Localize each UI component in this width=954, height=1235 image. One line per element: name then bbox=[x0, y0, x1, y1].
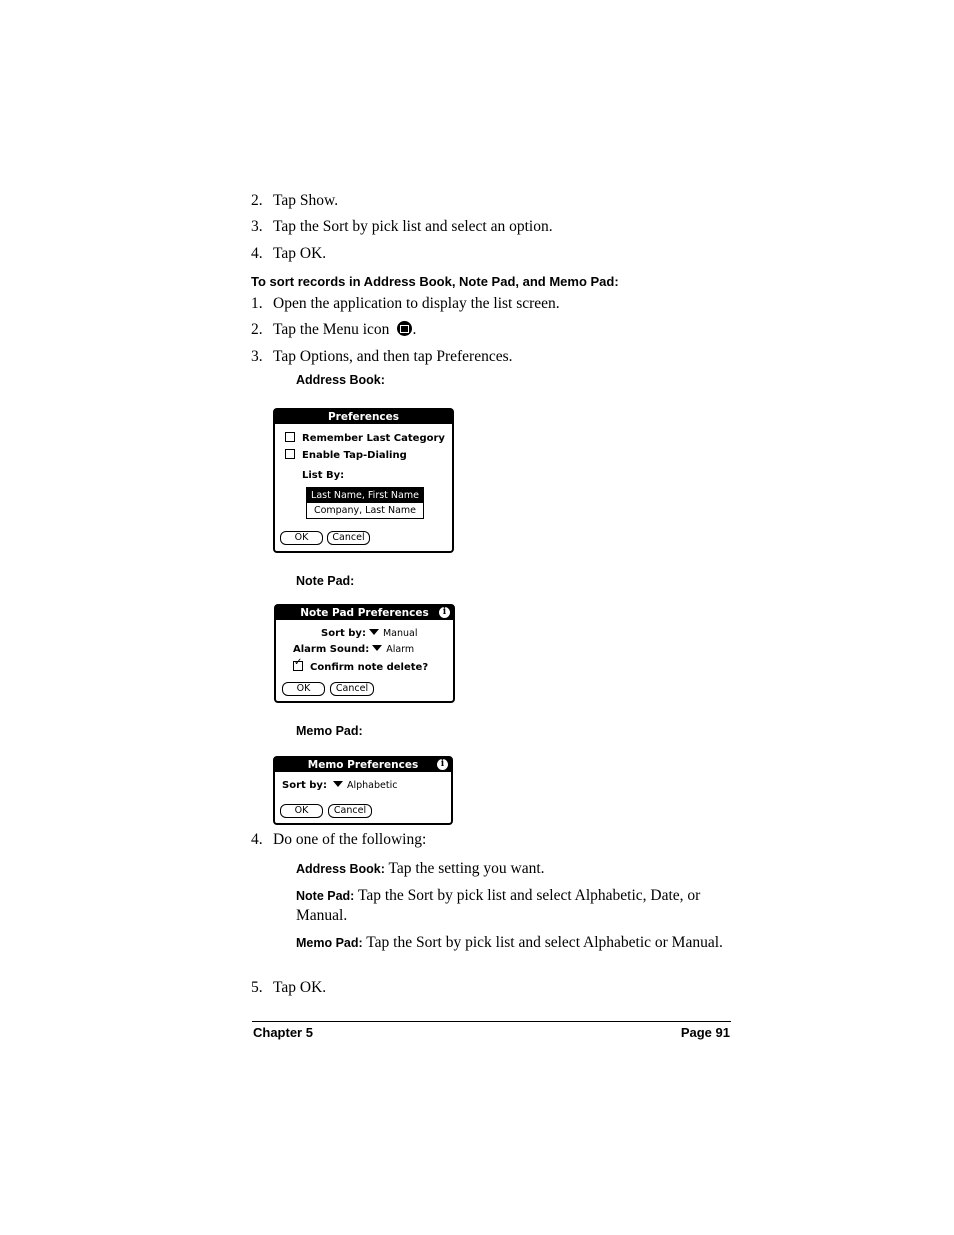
step-number: 3. bbox=[251, 348, 263, 365]
list-by-listbox: Last Name, First Name Company, Last Name bbox=[306, 487, 424, 519]
ok-button[interactable]: OK bbox=[280, 804, 323, 818]
instruction-label: Memo Pad: bbox=[296, 936, 363, 950]
step-number: 2. bbox=[251, 192, 263, 209]
alarm-sound-row: Alarm Sound: Alarm bbox=[293, 644, 414, 655]
step-text: Tap OK. bbox=[273, 979, 327, 996]
remember-last-category-option[interactable]: Remember Last Category bbox=[285, 432, 445, 444]
step-2-show: 2. Tap Show. bbox=[251, 192, 338, 210]
address-book-label: Address Book: bbox=[296, 373, 385, 387]
cancel-button[interactable]: Cancel bbox=[330, 682, 374, 696]
step-4-ok: 4. Tap OK. bbox=[251, 245, 326, 263]
dropdown-arrow-icon[interactable] bbox=[372, 645, 383, 651]
address-preferences-dialog: Preferences Remember Last Category Enabl… bbox=[273, 408, 454, 553]
step-suffix: . bbox=[412, 321, 417, 338]
menu-icon bbox=[397, 321, 413, 336]
checkbox[interactable] bbox=[285, 432, 295, 442]
step-number: 2. bbox=[251, 321, 263, 338]
step-text: Tap OK. bbox=[273, 245, 327, 262]
instruction-label: Address Book: bbox=[296, 862, 385, 876]
step-number: 4. bbox=[251, 831, 263, 848]
ok-button[interactable]: OK bbox=[280, 531, 323, 545]
cancel-button[interactable]: Cancel bbox=[327, 531, 370, 545]
list-option-last-first[interactable]: Last Name, First Name bbox=[307, 488, 423, 503]
step-text: Tap the Sort by pick list and select an … bbox=[273, 218, 553, 235]
step-2-menu: 2. Tap the Menu icon. bbox=[251, 321, 416, 339]
step-4-do-one: 4. Do one of the following: bbox=[251, 831, 426, 849]
step-number: 5. bbox=[251, 979, 263, 996]
step-3-sort: 3. Tap the Sort by pick list and select a… bbox=[251, 218, 553, 236]
step-number: 1. bbox=[251, 295, 263, 312]
instruction-address-book: Address Book: Tap the setting you want. bbox=[296, 859, 736, 879]
sort-by-row: Sort by: Manual bbox=[321, 628, 417, 639]
step-text: Tap the Menu icon bbox=[273, 321, 390, 338]
list-option-company-last[interactable]: Company, Last Name bbox=[307, 503, 423, 518]
info-icon[interactable]: i bbox=[439, 607, 450, 618]
dialog-title-text: Memo Preferences bbox=[307, 759, 419, 771]
sort-by-value[interactable]: Alphabetic bbox=[347, 780, 397, 791]
dialog-title: Preferences bbox=[275, 410, 452, 424]
cancel-button[interactable]: Cancel bbox=[328, 804, 372, 818]
checkbox[interactable] bbox=[285, 449, 295, 459]
info-icon[interactable]: i bbox=[437, 759, 448, 770]
footer-page: Page 91 bbox=[680, 1025, 730, 1040]
instruction-text: Tap the Sort by pick list and select Alp… bbox=[296, 887, 701, 924]
checkbox-label: Remember Last Category bbox=[302, 433, 445, 444]
step-3-options: 3. Tap Options, and then tap Preferences. bbox=[251, 348, 513, 366]
footer-chapter: Chapter 5 bbox=[253, 1025, 313, 1040]
alarm-sound-value[interactable]: Alarm bbox=[386, 644, 414, 655]
ok-button[interactable]: OK bbox=[282, 682, 325, 696]
checkbox-label: Enable Tap-Dialing bbox=[302, 450, 407, 461]
step-text: Open the application to display the list… bbox=[273, 295, 560, 312]
dialog-title: Note Pad Preferences i bbox=[276, 606, 453, 620]
section-heading: To sort records in Address Book, Note Pa… bbox=[251, 274, 619, 289]
dialog-title-text: Note Pad Preferences bbox=[300, 607, 429, 619]
step-text: Tap Show. bbox=[273, 192, 339, 209]
step-text: Tap Options, and then tap Preferences. bbox=[273, 348, 513, 365]
checkbox-label: Confirm note delete? bbox=[310, 662, 429, 673]
step-5-ok: 5. Tap OK. bbox=[251, 979, 326, 997]
sort-by-label: Sort by: bbox=[282, 780, 327, 791]
confirm-delete-option[interactable]: Confirm note delete? bbox=[293, 657, 429, 673]
step-number: 3. bbox=[251, 218, 263, 235]
dropdown-arrow-icon[interactable] bbox=[368, 629, 379, 635]
list-by-label: List By: bbox=[302, 470, 345, 481]
step-text: Do one of the following: bbox=[273, 831, 427, 848]
sort-by-label: Sort by: bbox=[321, 628, 366, 639]
checkbox-checked[interactable] bbox=[293, 657, 303, 671]
instruction-memo-pad: Memo Pad: Tap the Sort by pick list and … bbox=[296, 933, 736, 953]
sort-by-row: Sort by: Alphabetic bbox=[282, 780, 397, 791]
memo-pad-label: Memo Pad: bbox=[296, 724, 363, 738]
note-pad-label: Note Pad: bbox=[296, 574, 355, 588]
instruction-label: Note Pad: bbox=[296, 889, 355, 903]
instruction-text: Tap the Sort by pick list and select Alp… bbox=[362, 934, 723, 951]
alarm-sound-label: Alarm Sound: bbox=[293, 644, 370, 655]
footer-divider bbox=[252, 1021, 731, 1022]
step-1-open: 1. Open the application to display the li… bbox=[251, 295, 560, 313]
instruction-text: Tap the setting you want. bbox=[384, 860, 545, 877]
instruction-note-pad: Note Pad: Tap the Sort by pick list and … bbox=[296, 886, 736, 925]
note-pad-preferences-dialog: Note Pad Preferences i Sort by: Manual Al… bbox=[274, 604, 455, 703]
memo-preferences-dialog: Memo Preferences i Sort by: Alphabetic OK… bbox=[273, 756, 453, 825]
enable-tap-dialing-option[interactable]: Enable Tap-Dialing bbox=[285, 449, 407, 461]
dropdown-arrow-icon[interactable] bbox=[332, 781, 343, 787]
sort-by-value[interactable]: Manual bbox=[383, 628, 418, 639]
dialog-title: Memo Preferences i bbox=[275, 758, 451, 772]
step-number: 4. bbox=[251, 245, 263, 262]
